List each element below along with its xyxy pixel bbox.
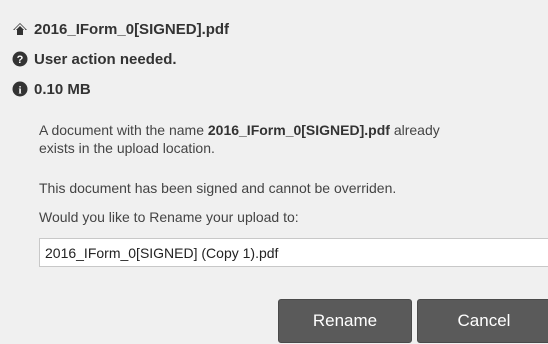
- svg-text:?: ?: [17, 54, 24, 66]
- cancel-button[interactable]: Cancel: [417, 299, 548, 343]
- file-info-row: 2016_IForm_0[SIGNED].pdf: [12, 19, 229, 39]
- svg-text:i: i: [18, 85, 21, 97]
- question-circle-icon: ?: [12, 51, 28, 67]
- rename-filename-input[interactable]: [39, 238, 548, 267]
- conflict-message-line1-cont: exists in the upload location.: [39, 140, 215, 156]
- upload-conflict-panel: 2016_IForm_0[SIGNED].pdf ? User action n…: [0, 0, 548, 344]
- rename-button[interactable]: Rename: [278, 299, 412, 343]
- size-row: i 0.10 MB: [12, 79, 91, 99]
- file-size: 0.10 MB: [34, 80, 91, 98]
- status-row: ? User action needed.: [12, 49, 177, 69]
- status-text: User action needed.: [34, 50, 177, 68]
- file-name: 2016_IForm_0[SIGNED].pdf: [34, 20, 230, 38]
- signed-message: This document has been signed and cannot…: [39, 180, 397, 196]
- upload-icon: [12, 21, 28, 37]
- info-circle-icon: i: [12, 81, 28, 97]
- rename-prompt: Would you like to Rename your upload to:: [39, 209, 299, 225]
- conflict-filename: 2016_IForm_0[SIGNED].pdf: [207, 122, 390, 138]
- conflict-message-line1: A document with the name 2016_IForm_0[SI…: [39, 122, 440, 138]
